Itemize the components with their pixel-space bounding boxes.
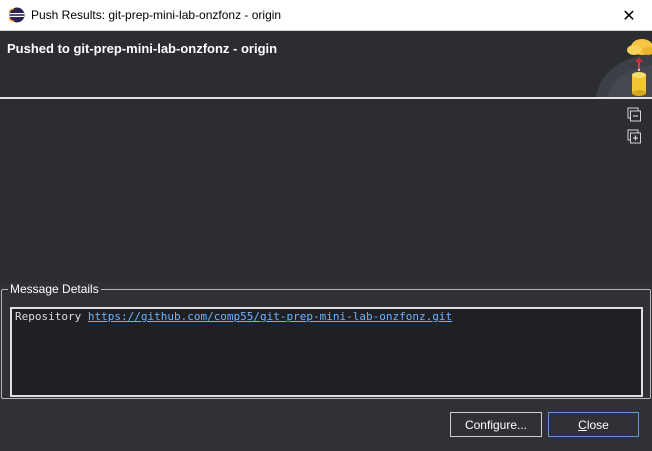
close-button[interactable]: Close: [548, 412, 639, 437]
expand-all-icon[interactable]: [626, 129, 642, 145]
message-details-group: Message Details Repository https://githu…: [1, 282, 651, 399]
window-close-button[interactable]: ✕: [606, 0, 652, 31]
repository-link[interactable]: https://github.com/comp55/git-prep-mini-…: [88, 310, 452, 323]
wizard-header: Pushed to git-prep-mini-lab-onzfonz - or…: [0, 31, 652, 97]
page-title: Pushed to git-prep-mini-lab-onzfonz - or…: [7, 41, 278, 56]
title-bar: Push Results: git-prep-mini-lab-onzfonz …: [0, 0, 652, 31]
push-to-cloud-icon: [596, 39, 652, 97]
close-mnemonic: C: [578, 417, 587, 432]
eclipse-icon: [9, 7, 25, 23]
window-title: Push Results: git-prep-mini-lab-onzfonz …: [31, 8, 282, 22]
message-details-legend: Message Details: [10, 282, 99, 296]
close-label: lose: [586, 417, 609, 432]
configure-button[interactable]: Configure...: [450, 412, 542, 437]
collapse-all-icon[interactable]: [626, 107, 642, 123]
repository-label: Repository: [15, 310, 88, 323]
push-results-tree[interactable]: [0, 99, 652, 282]
message-details-text[interactable]: Repository https://github.com/comp55/git…: [10, 307, 643, 397]
